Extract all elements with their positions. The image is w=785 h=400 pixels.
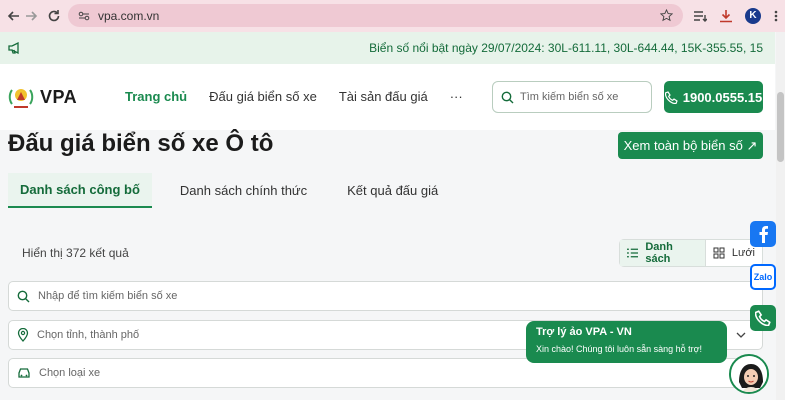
view-grid-label: Lưới <box>731 247 755 259</box>
vpa-emblem-icon <box>8 89 34 108</box>
view-list-label: Danh sách <box>645 241 673 265</box>
call-button[interactable] <box>750 305 776 331</box>
search-icon <box>17 290 30 302</box>
province-select-placeholder: Chọn tỉnh, thành phố <box>37 329 140 341</box>
facebook-icon <box>759 226 768 243</box>
result-count: Hiển thị 372 kết quả <box>22 246 129 260</box>
more-menu-icon[interactable] <box>773 9 779 23</box>
plate-search-input[interactable]: Nhập để tìm kiếm biển số xe <box>8 281 763 311</box>
scroll-thumb[interactable] <box>777 92 784 162</box>
profile-avatar[interactable]: K <box>745 7 761 24</box>
view-toggle: Danh sách Lưới <box>619 239 763 267</box>
zalo-label: Zalo <box>753 272 773 282</box>
tab-auction-results[interactable]: Kết quả đấu giá <box>335 173 450 208</box>
chat-assistant-bubble[interactable]: Trợ lý ảo VPA - VN Xin chào! Chúng tôi l… <box>526 321 727 363</box>
page-scrollbar[interactable] <box>776 32 785 400</box>
assistant-avatar-icon <box>731 356 767 392</box>
chat-title: Trợ lý ảo VPA - VN <box>536 326 632 338</box>
nav-item-home[interactable]: Trang chủ <box>125 89 187 104</box>
phone-icon <box>664 90 678 104</box>
site-settings-icon[interactable] <box>78 10 90 22</box>
chevron-down-icon <box>736 332 746 338</box>
main-nav: Trang chủ Đấu giá biển số xe Tài sản đấu… <box>125 89 485 104</box>
nav-item-plate-auction[interactable]: Đấu giá biển số xe <box>209 89 317 104</box>
megaphone-icon <box>8 42 19 54</box>
facebook-button[interactable] <box>750 221 776 247</box>
page-title: Đấu giá biển số xe Ô tô <box>8 130 274 157</box>
logo-text: VPA <box>40 86 78 107</box>
reload-icon[interactable] <box>43 5 65 27</box>
browser-toolbar: vpa.com.vn K <box>0 0 785 32</box>
list-icon <box>627 248 639 258</box>
site-header: VPA Trang chủ Đấu giá biển số xe Tài sản… <box>0 64 775 130</box>
zalo-button[interactable]: Zalo <box>750 264 776 290</box>
plate-search-placeholder: Nhập để tìm kiếm biển số xe <box>38 290 178 302</box>
car-icon <box>18 368 30 378</box>
url-text: vpa.com.vn <box>98 8 160 23</box>
tab-announced-list[interactable]: Danh sách công bố <box>8 173 152 208</box>
header-search-input[interactable]: Tìm kiếm biển số xe <box>492 81 652 113</box>
forward-icon[interactable] <box>20 5 42 27</box>
nav-item-asset-auction[interactable]: Tài sản đấu giá <box>339 89 428 104</box>
chat-message: Xin chào! Chúng tôi luôn sẵn sàng hỗ trợ… <box>536 344 703 354</box>
search-icon <box>501 91 514 103</box>
hotline-button[interactable]: 1900.0555.15 <box>664 81 763 113</box>
bookmark-star-icon[interactable] <box>660 9 673 22</box>
site-logo[interactable]: VPA <box>6 82 77 112</box>
vehicle-type-placeholder: Chọn loại xe <box>39 367 101 379</box>
tab-official-list[interactable]: Danh sách chính thức <box>168 173 319 208</box>
announcement-ticker: Biển số nổi bật ngày 29/07/2024: 30L-611… <box>0 32 775 64</box>
address-bar[interactable]: vpa.com.vn <box>68 4 683 27</box>
location-pin-icon <box>17 328 29 342</box>
phone-icon <box>755 310 771 326</box>
ticker-text[interactable]: Biển số nổi bật ngày 29/07/2024: 30L-611… <box>369 41 763 55</box>
grid-icon <box>713 247 725 259</box>
list-tabs: Danh sách công bố Danh sách chính thức K… <box>8 173 466 208</box>
nav-more-menu[interactable]: ··· <box>450 89 463 104</box>
chat-assistant-avatar[interactable] <box>729 354 769 394</box>
view-all-plates-button[interactable]: Xem toàn bộ biển số ↗ <box>618 132 763 159</box>
view-list-button[interactable]: Danh sách <box>620 240 705 266</box>
hotline-number: 1900.0555.15 <box>682 89 763 105</box>
download-icon[interactable] <box>719 9 733 23</box>
header-search-placeholder: Tìm kiếm biển số xe <box>520 91 619 103</box>
reading-list-icon[interactable] <box>693 9 707 23</box>
